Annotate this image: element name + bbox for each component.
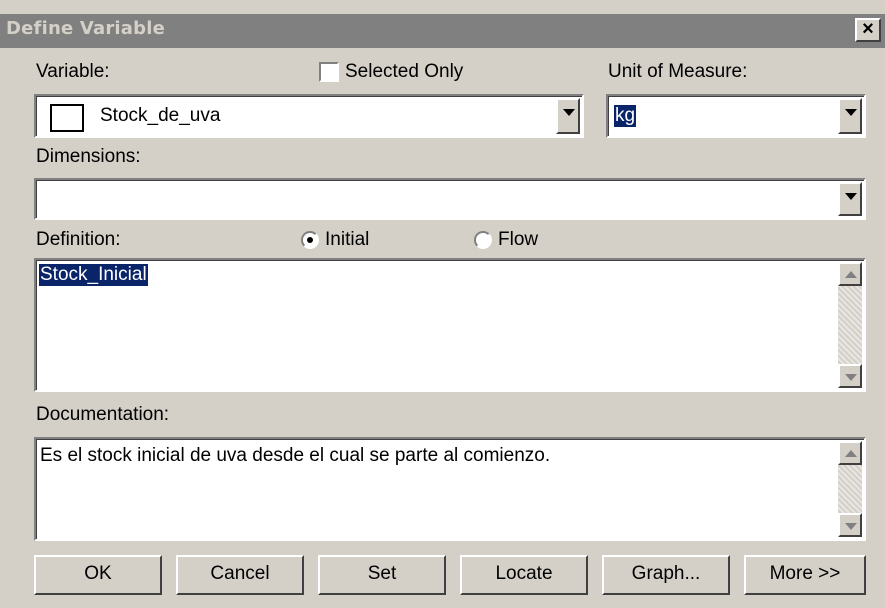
- initial-radio[interactable]: [301, 231, 319, 249]
- more-button[interactable]: More >>: [744, 555, 866, 595]
- documentation-scrollbar[interactable]: [838, 441, 862, 537]
- variable-select[interactable]: Stock_de_uva: [34, 94, 584, 138]
- definition-textarea[interactable]: Stock_Inicial: [34, 258, 866, 392]
- flow-radio-label[interactable]: Flow: [498, 229, 538, 251]
- documentation-textarea[interactable]: Es el stock inicial de uva desde el cual…: [34, 437, 866, 541]
- unit-dropdown-button[interactable]: [838, 98, 862, 134]
- selected-only-label[interactable]: Selected Only: [345, 61, 463, 83]
- variable-label: Variable:: [36, 61, 110, 82]
- scroll-up-icon[interactable]: [838, 262, 862, 286]
- definition-scrollbar[interactable]: [838, 262, 862, 388]
- unit-of-measure-select[interactable]: kg: [606, 94, 866, 138]
- flow-radio[interactable]: [474, 231, 492, 249]
- initial-radio-label[interactable]: Initial: [325, 229, 369, 251]
- documentation-text: Es el stock inicial de uva desde el cual…: [40, 445, 551, 466]
- unit-value: kg: [614, 105, 637, 127]
- selected-only-checkbox[interactable]: [319, 62, 339, 82]
- close-icon: ×: [862, 18, 874, 40]
- title-bar[interactable]: Define Variable ×: [0, 14, 885, 48]
- variable-value: Stock_de_uva: [100, 105, 221, 126]
- scroll-down-icon[interactable]: [838, 364, 862, 388]
- dimensions-dropdown-button[interactable]: [838, 182, 862, 216]
- dimensions-label: Dimensions:: [36, 146, 141, 167]
- scroll-up-icon[interactable]: [838, 441, 862, 465]
- variable-color-swatch[interactable]: [50, 104, 84, 132]
- ok-button[interactable]: OK: [34, 555, 162, 595]
- definition-label: Definition:: [36, 229, 121, 250]
- dimensions-select[interactable]: [34, 178, 866, 220]
- close-button[interactable]: ×: [855, 18, 881, 42]
- definition-text: Stock_Inicial: [39, 264, 148, 286]
- locate-button[interactable]: Locate: [460, 555, 588, 595]
- scroll-down-icon[interactable]: [838, 513, 862, 537]
- graph-button[interactable]: Graph...: [602, 555, 730, 595]
- documentation-label: Documentation:: [36, 404, 170, 425]
- variable-dropdown-button[interactable]: [556, 98, 580, 134]
- unit-of-measure-label: Unit of Measure:: [608, 61, 748, 82]
- define-variable-dialog: Define Variable × Variable: Selected Onl…: [0, 0, 885, 608]
- dialog-title: Define Variable: [6, 18, 165, 39]
- cancel-button[interactable]: Cancel: [176, 555, 304, 595]
- set-button[interactable]: Set: [318, 555, 446, 595]
